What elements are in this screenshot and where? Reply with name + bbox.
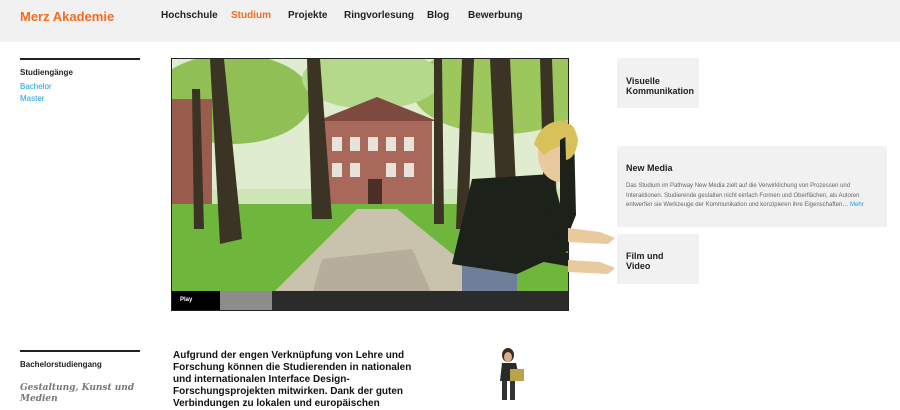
tile-film-und-video[interactable]: Film und Video [617,234,699,284]
sidebar-subtitle-line: Gestaltung, Kunst und [20,383,135,393]
nav-bewerbung[interactable]: Bewerbung [468,10,522,21]
tile-title: Kommunikation [626,86,695,96]
nav-projekte[interactable]: Projekte [288,10,327,21]
video-progress-bar[interactable] [220,291,272,310]
nav-studium[interactable]: Studium [231,10,271,21]
top-navigation-bar: Merz Akademie Hochschule Studium Projekt… [0,0,900,42]
figure-image [500,348,524,400]
tile-title: New Media [626,163,673,173]
intro-line: und internationalen Interface Design- [173,374,350,385]
video-frame-image [172,59,568,294]
person-overlay-image [560,124,615,274]
sidebar-bachelorstudiengang: Bachelorstudiengang Gestaltung, Kunst un… [20,350,140,405]
tile-title: Video [626,261,651,271]
intro-line: Forschung können die Studierenden in nat… [173,362,412,373]
more-link[interactable]: Mehr [850,202,864,208]
tile-visuelle-kommunikation[interactable]: Visuelle Kommunikation [617,58,699,108]
tile-description: Das Studium im Pathway New Media zielt a… [626,182,881,211]
sidebar-heading: Studiengänge [20,68,73,77]
intro-line: Aufgrund der engen Verknüpfung von Lehre… [173,350,405,361]
intro-paragraph: Aufgrund der engen Verknüpfung von Lehre… [173,350,423,410]
tile-title: Film und [626,251,664,261]
video-player[interactable]: Play [171,58,569,311]
nav-ringvorlesung[interactable]: Ringvorlesung [344,10,414,21]
nav-hochschule[interactable]: Hochschule [161,10,218,21]
tile-description-text: Das Studium im Pathway New Media zielt a… [626,183,860,208]
site-logo[interactable]: Merz Akademie [20,9,114,24]
tile-new-media[interactable]: New Media Das Studium im Pathway New Med… [617,146,887,227]
play-button[interactable]: Play [172,291,220,310]
nav-blog[interactable]: Blog [427,10,449,21]
tile-title: Visuelle [626,76,660,86]
video-controls: Play [172,291,568,310]
sidebar-link-bachelor[interactable]: Bachelor [20,82,140,91]
sidebar-subtitle: Gestaltung, Kunst und Medien [20,383,140,405]
sidebar-link-master[interactable]: Master [20,94,140,103]
intro-line: Forschungsprojekten mitwirken. Dank der … [173,386,404,397]
sidebar-subtitle-line: Medien [20,394,58,404]
sidebar-heading: Bachelorstudiengang [20,360,102,369]
sidebar-studiengaenge: Studiengänge Bachelor Master [20,58,140,103]
